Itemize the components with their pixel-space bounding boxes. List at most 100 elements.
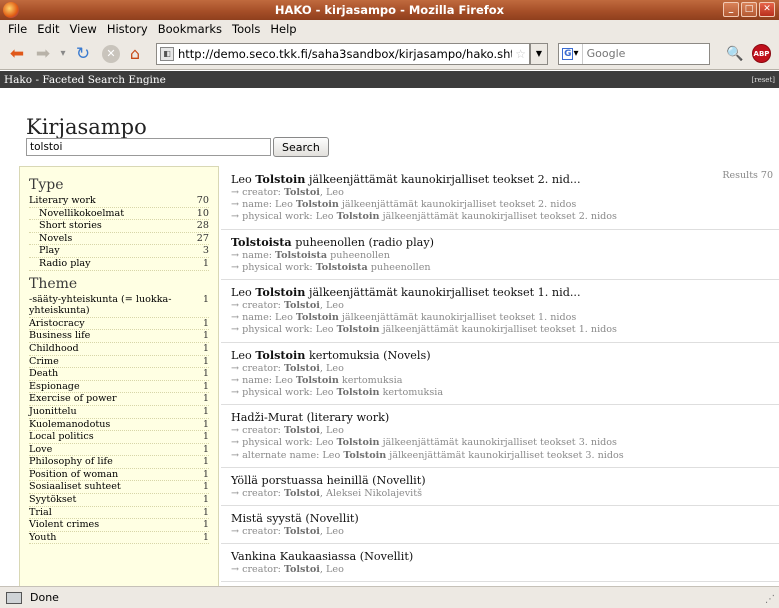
result-detail-line: → creator: Tolstoi, Leo [231, 362, 344, 374]
result-item: Hadži-Murat (literary work) → creator: To… [221, 405, 779, 468]
back-icon[interactable]: ⬅ [6, 42, 28, 66]
result-detail-line: → name: Leo Tolstoin jälkeenjättämät kau… [231, 312, 577, 324]
search-engine-selector[interactable]: G ▾ [559, 43, 583, 64]
facet-item[interactable]: Crime 1 [29, 356, 209, 369]
facet-item-count: 1 [202, 468, 209, 480]
url-dropdown-icon[interactable]: ▼ [530, 42, 548, 65]
result-title-link[interactable]: Leo Tolstoin jälkeenjättämät kaunokirjal… [231, 172, 779, 187]
menu-edit[interactable]: Edit [32, 22, 64, 36]
bookmark-star-icon[interactable]: ☆ [512, 47, 529, 61]
facet-item[interactable]: Business life 1 [29, 330, 209, 343]
facet-item-count: 1 [202, 531, 209, 543]
url-text[interactable]: http://demo.seco.tkk.fi/saha3sandbox/kir… [178, 47, 512, 61]
facet-item[interactable]: Exercise of power 1 [29, 393, 209, 406]
facet-item[interactable]: Position of woman 1 [29, 469, 209, 482]
result-title-link[interactable]: Leo Tolstoin kertomuksia (Novels) [231, 348, 779, 363]
search-input[interactable] [582, 47, 709, 60]
result-detail-line: → name: Tolstoista puheenollen [231, 249, 390, 261]
resize-grip-icon[interactable]: ⋰ [765, 594, 775, 605]
facet-item-count: 70 [196, 195, 209, 206]
menu-bookmarks[interactable]: Bookmarks [153, 22, 227, 36]
facet-item[interactable]: Sosiaaliset suhteet 1 [29, 481, 209, 495]
facet-item-label: Aristocracy [29, 317, 85, 329]
result-title-link[interactable]: Mistä syystä (Novellit) [231, 511, 779, 526]
facet-item[interactable]: Local politics 1 [29, 431, 209, 444]
facet-item-count: 1 [202, 519, 209, 531]
facet-item-label: Childhood [29, 342, 79, 354]
facet-item-count: 1 [202, 431, 209, 443]
reset-link[interactable]: [reset] [752, 76, 776, 84]
reload-icon[interactable]: ↻ [72, 42, 94, 66]
facet-item[interactable]: Espionage 1 [29, 381, 209, 394]
facet-item[interactable]: Love 1 [29, 444, 209, 457]
facet-item[interactable]: Death 1 [29, 368, 209, 381]
result-title-link[interactable]: Vankina Kaukaasiassa (Novellit) [231, 549, 779, 564]
facet-panel: Type Literary work 70 Novellikokoelmat 10 Sho… [19, 166, 219, 586]
menu-tools[interactable]: Tools [227, 22, 265, 36]
result-detail-line: → creator: Tolstoi, Leo [231, 526, 344, 538]
menu-file[interactable]: File [3, 22, 32, 36]
facet-item-label: Play [39, 245, 60, 257]
facet-item-label: Short stories [39, 220, 102, 232]
window-title: HAKO - kirjasampo - Mozilla Firefox [274, 3, 505, 17]
facet-item[interactable]: Youth 1 [29, 532, 209, 545]
facet-item[interactable]: Kuolemanodotus 1 [29, 419, 209, 432]
minimize-button[interactable]: _ [723, 2, 739, 17]
facet-item[interactable]: Trial 1 [29, 507, 209, 520]
page-title: Kirjasampo [26, 115, 147, 139]
facet-item-label: Crime [29, 355, 59, 367]
facet-item[interactable]: Play 3 [29, 245, 209, 258]
chevron-down-icon: ▾ [573, 48, 579, 59]
facet-item[interactable]: Juonittelu 1 [29, 406, 209, 419]
facet-item[interactable]: Short stories 28 [29, 220, 209, 233]
facet-item[interactable]: Radio play 1 [29, 258, 209, 271]
home-icon[interactable]: ⌂ [124, 42, 146, 66]
result-item: Leo Tolstoin kertomuksia (Novels) → creat… [221, 343, 779, 406]
query-input[interactable] [26, 138, 271, 156]
facet-item-count: 1 [202, 506, 209, 518]
history-dropdown-icon[interactable]: ▾ [58, 42, 68, 66]
adblock-icon[interactable]: ABP [752, 44, 771, 63]
site-favicon-icon: ◧ [160, 46, 174, 61]
result-title-link[interactable]: Yöllä porstuassa heinillä (Novellit) [231, 473, 779, 488]
facet-item-label: Syytökset [29, 494, 77, 506]
result-item: Yöllä porstuassa heinillä (Novellit) → cr… [221, 468, 779, 507]
menu-history[interactable]: History [102, 22, 153, 36]
menu-help[interactable]: Help [265, 22, 301, 36]
search-button[interactable]: Search [273, 137, 329, 157]
facet-item-label: Espionage [29, 380, 80, 392]
maximize-button[interactable]: □ [741, 2, 757, 17]
facet-item-count: 1 [202, 368, 209, 380]
close-button[interactable]: ✕ [759, 2, 775, 17]
facet-item[interactable]: Childhood 1 [29, 343, 209, 356]
result-title-link[interactable]: Tolstoista puheenollen (radio play) [231, 235, 779, 250]
status-monitor-icon [6, 591, 22, 604]
facet-item-count: 1 [202, 380, 209, 392]
facet-item[interactable]: Syytökset 1 [29, 494, 209, 507]
facet-item-count: 1 [202, 317, 209, 329]
facet-item[interactable]: -sääty-yhteiskunta (= luokka-yhteiskunta… [29, 294, 209, 318]
facet-item-count: 1 [202, 456, 209, 468]
facet-item[interactable]: Literary work 70 [29, 195, 209, 208]
firefox-icon [3, 2, 19, 18]
result-item: Mistä syystä (Novellit) → creator: Tolsto… [221, 506, 779, 545]
stop-icon[interactable]: ✕ [102, 44, 120, 63]
result-title-link[interactable]: Leo Tolstoin jälkeenjättämät kaunokirjal… [231, 285, 779, 300]
facet-item[interactable]: Philosophy of life 1 [29, 456, 209, 469]
facet-item-label: Local politics [29, 431, 94, 443]
menu-view[interactable]: View [65, 22, 102, 36]
search-bar[interactable]: G ▾ [558, 42, 710, 65]
result-title-link[interactable]: Hadži-Murat (literary work) [231, 410, 779, 425]
forward-icon[interactable]: ➡ [32, 42, 54, 66]
window-controls: _ □ ✕ [723, 2, 775, 17]
facet-item[interactable]: Novels 27 [29, 233, 209, 246]
magnifier-icon[interactable]: 🔍 [724, 43, 746, 65]
page-content: Hako - Faceted Search Engine [reset] Kir… [0, 71, 779, 586]
facet-item[interactable]: Novellikokoelmat 10 [29, 208, 209, 221]
result-detail-line: → name: Leo Tolstoin jälkeenjättämät kau… [231, 199, 577, 211]
facet-item[interactable]: Violent crimes 1 [29, 519, 209, 532]
address-bar[interactable]: ◧ http://demo.seco.tkk.fi/saha3sandbox/k… [156, 42, 530, 65]
facet-item[interactable]: Aristocracy 1 [29, 318, 209, 331]
facet-item-label: Trial [29, 506, 52, 518]
facet-item-count: 1 [202, 330, 209, 342]
